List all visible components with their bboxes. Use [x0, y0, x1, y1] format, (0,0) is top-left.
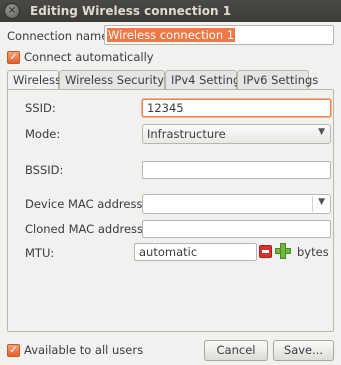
- available-to-all-users-checkbox[interactable]: ✓: [7, 344, 20, 357]
- plus-icon[interactable]: [275, 243, 291, 259]
- bssid-input[interactable]: [142, 161, 331, 179]
- mtu-unit-label: bytes: [297, 245, 329, 259]
- tab-ipv4-settings[interactable]: IPv4 Settings: [165, 70, 246, 89]
- title-bar: × Editing Wireless connection 1: [0, 0, 341, 22]
- mode-select[interactable]: Infrastructure ▼: [142, 124, 331, 144]
- connection-name-input[interactable]: Wireless connection 1: [104, 25, 334, 45]
- wireless-panel: SSID: 12345 Mode: Infrastructure ▼ BSSID…: [7, 89, 334, 332]
- chevron-down-icon: ▼: [318, 127, 325, 137]
- save-button[interactable]: Save...: [273, 340, 334, 361]
- connection-name-value: Wireless connection 1: [107, 28, 236, 42]
- device-mac-combo[interactable]: ▼: [142, 194, 331, 214]
- tab-ipv6-settings[interactable]: IPv6 Settings: [237, 70, 318, 89]
- mode-value: Infrastructure: [147, 127, 226, 141]
- cancel-button[interactable]: Cancel: [204, 340, 268, 361]
- connection-name-label: Connection name:: [7, 29, 113, 43]
- device-mac-label: Device MAC address:: [25, 197, 147, 211]
- tab-wireless-security[interactable]: Wireless Security: [59, 70, 165, 89]
- close-window-icon[interactable]: ×: [4, 3, 20, 19]
- connect-automatically-checkbox[interactable]: ✓: [7, 51, 20, 64]
- window-title: Editing Wireless connection 1: [30, 4, 232, 18]
- mtu-spin-input[interactable]: automatic: [134, 243, 257, 261]
- cloned-mac-input[interactable]: [142, 220, 331, 238]
- ssid-input[interactable]: 12345: [142, 99, 331, 117]
- connect-automatically-label[interactable]: Connect automatically: [24, 50, 154, 64]
- ssid-label: SSID:: [25, 101, 56, 115]
- tab-wireless[interactable]: Wireless: [7, 70, 61, 90]
- chevron-down-icon[interactable]: ▼: [318, 197, 325, 207]
- minus-icon[interactable]: [259, 245, 272, 258]
- bssid-label: BSSID:: [25, 163, 64, 177]
- cloned-mac-label: Cloned MAC address:: [25, 222, 147, 236]
- mode-label: Mode:: [25, 127, 61, 141]
- mtu-label: MTU:: [25, 246, 55, 260]
- available-to-all-users-label[interactable]: Available to all users: [24, 343, 143, 357]
